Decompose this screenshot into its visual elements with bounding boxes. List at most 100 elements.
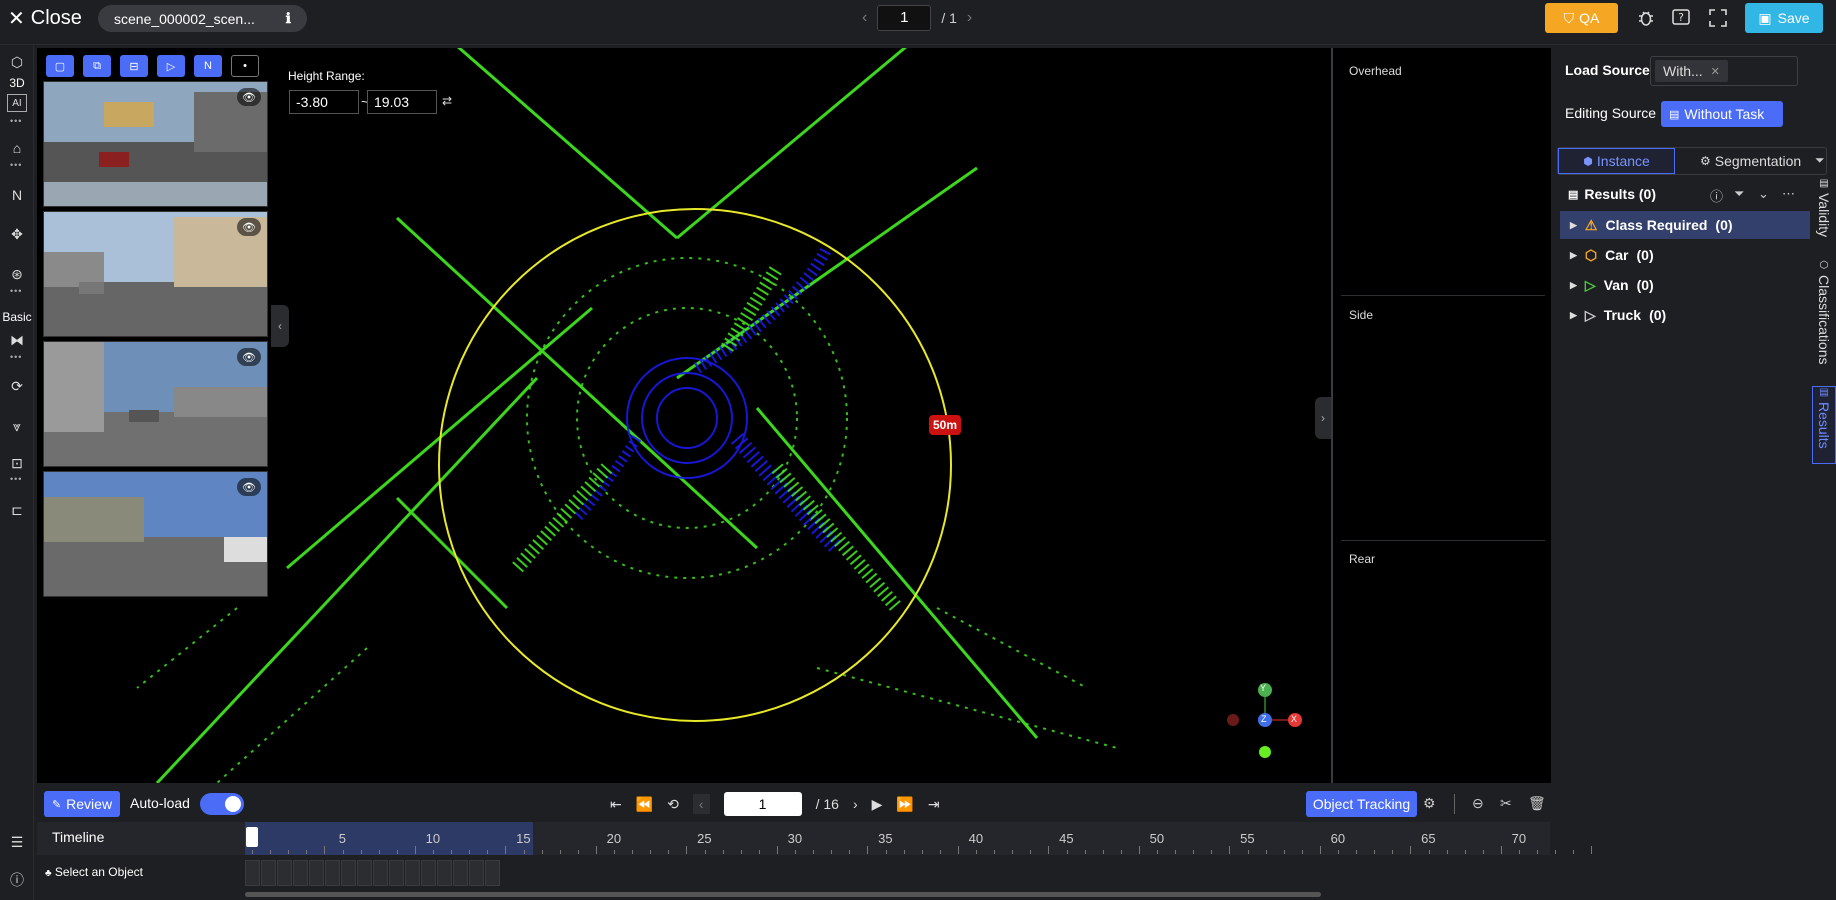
box-tool-icon[interactable]: ⊟ (120, 55, 148, 77)
collapse-right-icon[interactable]: › (1315, 397, 1331, 439)
flip-tool-icon[interactable]: ⧓ (5, 328, 29, 352)
ruler-tool-icon[interactable]: ⊏ (5, 498, 29, 522)
multi-rect-tool-icon[interactable]: ⧉ (83, 55, 111, 77)
frame-cell[interactable] (389, 860, 404, 886)
frame-cell[interactable] (309, 860, 324, 886)
more-icon[interactable]: ⋯ (1782, 186, 1795, 202)
frame-cell[interactable] (405, 860, 420, 886)
polyline-tool-icon[interactable]: Ν (5, 183, 29, 207)
load-source-tag[interactable]: With... ✕ (1655, 60, 1728, 82)
replay-icon[interactable]: ⟲ (667, 796, 679, 813)
swap-icon[interactable]: ⇄ (442, 94, 452, 108)
bug-icon[interactable] (1635, 7, 1657, 29)
vtab-validity[interactable]: ▤ Validity (1812, 178, 1836, 248)
scissors-icon[interactable]: ✂ (1500, 795, 1512, 812)
remove-tag-icon[interactable]: ✕ (1711, 65, 1720, 78)
rect-tool-icon[interactable]: ▢ (46, 55, 74, 77)
move-tool-icon[interactable]: ✥ (5, 222, 29, 246)
height-max-input[interactable]: 19.03 (367, 90, 437, 114)
polygon-2d-tool-icon[interactable]: ▷ (157, 55, 185, 77)
frame-cell[interactable] (293, 860, 308, 886)
point-tool-icon[interactable]: • (231, 55, 259, 77)
result-item-class-required[interactable]: ▶ ⚠ Class Required (0) (1560, 211, 1810, 239)
frame-input[interactable]: 1 (723, 792, 802, 816)
review-button[interactable]: ✎ Review (44, 791, 120, 817)
frame-cell[interactable] (261, 860, 276, 886)
fast-forward-icon[interactable]: ⏩ (896, 796, 913, 813)
play-icon[interactable]: ▶ (872, 796, 883, 813)
expand-icon[interactable]: ▶ (1570, 250, 1577, 261)
eye-icon[interactable]: 👁 (237, 218, 261, 236)
frame-cell[interactable] (437, 860, 452, 886)
frame-cell[interactable] (469, 860, 484, 886)
filter-icon[interactable]: ⏷ (1815, 153, 1825, 168)
trash-icon[interactable]: 🗑 (1528, 795, 1546, 812)
brain-tool-icon[interactable]: ⊛ (5, 262, 29, 286)
camera-image[interactable]: 👁 (43, 81, 268, 207)
split-icon[interactable]: ⊖ (1472, 795, 1484, 812)
eye-icon[interactable]: 👁 (237, 88, 261, 106)
tab-segmentation[interactable]: ⚙ Segmentation (1675, 148, 1826, 174)
next-page-icon[interactable]: › (967, 9, 972, 27)
collapse-all-icon[interactable]: ⌄ (1758, 186, 1769, 202)
select-object-label: ♣ Select an Object (45, 865, 143, 879)
settings-sliders-icon[interactable]: ☰ (5, 830, 29, 854)
help-circle-icon[interactable]: ⓘ (1710, 186, 1723, 205)
tab-instance[interactable]: ⬢ Instance (1558, 148, 1676, 174)
frame-cell[interactable] (421, 860, 436, 886)
eye-icon[interactable]: 👁 (237, 478, 261, 496)
crop-tool-icon[interactable]: ⊡ (5, 451, 29, 475)
editing-source-button[interactable]: ▤ Without Task (1661, 101, 1783, 127)
results-filter-icon[interactable]: ⏷ (1734, 186, 1744, 202)
info-circle-icon[interactable]: ⓘ (5, 868, 29, 892)
frame-cell[interactable] (373, 860, 388, 886)
timeline-scrollbar[interactable] (245, 892, 1321, 897)
filter-tool-icon[interactable]: ⩔ (5, 414, 29, 438)
frame-cell[interactable] (485, 860, 500, 886)
first-frame-icon[interactable]: ⇤ (610, 796, 622, 813)
last-frame-icon[interactable]: ⇥ (928, 796, 940, 813)
close-button[interactable]: ✕ Close (8, 5, 82, 31)
frame-cell[interactable] (325, 860, 340, 886)
polygon-tool-icon[interactable]: ⌂ (5, 136, 29, 160)
camera-image[interactable]: 👁 (43, 471, 268, 597)
frame-cell[interactable] (277, 860, 292, 886)
eye-icon[interactable]: 👁 (237, 348, 261, 366)
expand-icon[interactable]: ▶ (1570, 220, 1577, 231)
qa-button[interactable]: ⛉ QA (1545, 3, 1618, 33)
next-frame-icon[interactable]: › (853, 796, 858, 812)
expand-icon[interactable]: ▶ (1570, 310, 1577, 321)
result-item-car[interactable]: ▶ ⬡ Car (0) (1560, 241, 1810, 269)
result-item-truck[interactable]: ▶ ▷ Truck (0) (1560, 301, 1810, 329)
vtab-classifications[interactable]: ⬡ Classifications (1812, 260, 1836, 380)
page-input[interactable]: 1 (877, 5, 932, 31)
vtab-results[interactable]: ▤ Results (1812, 386, 1836, 464)
cube-tool-icon[interactable]: ⬡ (5, 50, 29, 74)
autoload-toggle[interactable] (200, 793, 244, 815)
frame-cell[interactable] (357, 860, 372, 886)
help-icon[interactable]: ? (1670, 7, 1692, 29)
polyline-2d-tool-icon[interactable]: Ν (194, 55, 222, 77)
frame-cell[interactable] (245, 860, 260, 886)
frame-cell[interactable] (453, 860, 468, 886)
gear-icon[interactable]: ⚙ (1423, 795, 1436, 812)
ai-tool-icon[interactable]: AI (7, 94, 27, 112)
collapse-left-icon[interactable]: ‹ (271, 305, 289, 347)
fullscreen-icon[interactable] (1707, 7, 1729, 29)
object-tracking-button[interactable]: Object Tracking (1306, 791, 1417, 817)
rewind-icon[interactable]: ⏪ (636, 796, 653, 813)
timeline-playhead[interactable] (246, 827, 258, 847)
camera-image[interactable]: 👁 (43, 341, 268, 467)
height-min-input[interactable]: -3.80 (289, 90, 359, 114)
camera-image[interactable]: 👁 (43, 211, 268, 337)
scene-name-chip[interactable]: scene_000002_scen... ℹ (98, 5, 307, 32)
expand-icon[interactable]: ▶ (1570, 280, 1577, 291)
rotate-tool-icon[interactable]: ⟳ (5, 374, 29, 398)
prev-page-icon[interactable]: ‹ (862, 9, 867, 27)
frame-cell[interactable] (341, 860, 356, 886)
prev-frame-icon[interactable]: ‹ (692, 794, 710, 814)
info-icon[interactable]: ℹ (286, 10, 291, 27)
result-item-van[interactable]: ▶ ▷ Van (0) (1560, 271, 1810, 299)
save-button[interactable]: ▣ Save (1745, 3, 1823, 33)
timeline-tick-mark (1157, 850, 1158, 854)
